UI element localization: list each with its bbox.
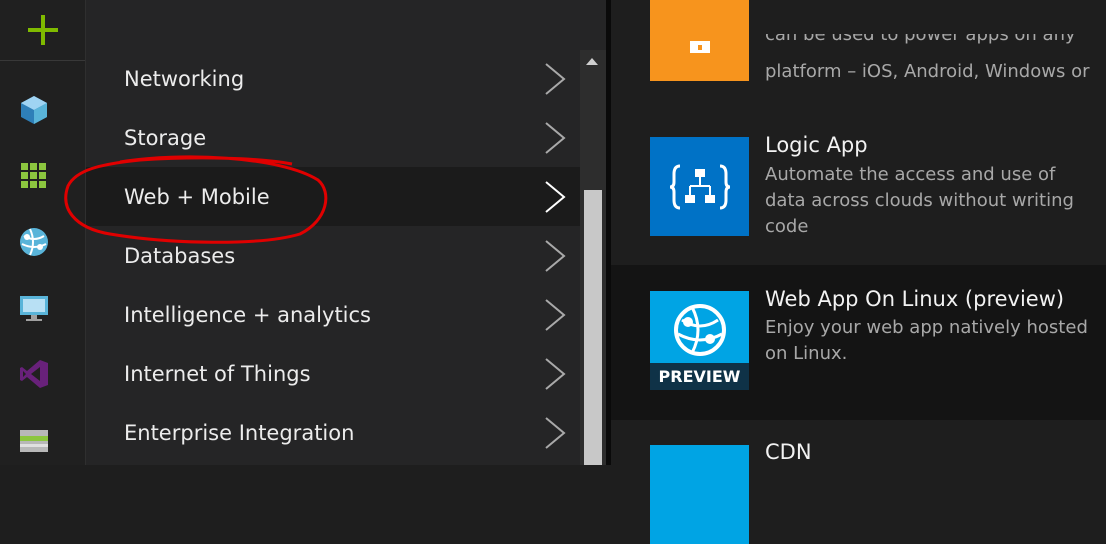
- results-panel: can be used to power apps on any platfor…: [611, 0, 1106, 544]
- card-web-app-on-linux[interactable]: PREVIEW Web App On Linux (preview) Enjoy…: [611, 265, 1106, 420]
- chevron-right-icon: [545, 122, 566, 154]
- grid-apps-icon[interactable]: [16, 158, 52, 194]
- menu-item-networking[interactable]: Networking: [86, 49, 580, 108]
- menu-item-label: Enterprise Integration: [124, 420, 355, 445]
- web-app-globe-icon: [673, 303, 726, 356]
- card-description: Automate the access and use of data acro…: [765, 164, 1074, 237]
- menu-item-enterprise-integration[interactable]: Enterprise Integration: [86, 403, 580, 462]
- chevron-right-icon: [545, 240, 566, 272]
- cube-icon[interactable]: [16, 92, 52, 128]
- menu-item-label: Internet of Things: [124, 361, 311, 386]
- preview-badge: PREVIEW: [650, 363, 749, 390]
- menu-item-internet-of-things[interactable]: Internet of Things: [86, 344, 580, 403]
- card-title: Logic App: [765, 133, 868, 157]
- card-title: Web App On Linux (preview): [765, 287, 1065, 311]
- card-partial-top[interactable]: can be used to power apps on any platfor…: [611, 0, 1106, 110]
- logic-app-tile: [650, 137, 749, 236]
- menu-item-label: Networking: [124, 66, 245, 91]
- chevron-right-icon: [545, 181, 566, 213]
- chevron-right-icon: [545, 63, 566, 95]
- card-desc-partial-1: can be used to power apps on any: [765, 34, 1076, 45]
- visual-studio-icon[interactable]: [16, 356, 52, 392]
- chevron-right-icon: [545, 417, 566, 449]
- menu-scrollbar[interactable]: [580, 50, 606, 465]
- card-desc-line-cut: can be used to power apps on any: [765, 34, 1095, 54]
- logic-app-icon: [669, 164, 730, 209]
- globe-icon[interactable]: [16, 224, 52, 260]
- web-app-tile: PREVIEW: [650, 291, 749, 390]
- chevron-right-icon: [545, 358, 566, 390]
- storage-panel-icon[interactable]: [16, 422, 52, 458]
- menu-item-intelligence-analytics[interactable]: Intelligence + analytics: [86, 285, 580, 344]
- chevron-right-icon: [545, 299, 566, 331]
- tile-orange: [650, 0, 749, 81]
- card-cdn[interactable]: CDN: [611, 420, 1106, 544]
- menu-item-label: Intelligence + analytics: [124, 302, 371, 327]
- card-description: Enjoy your web app natively hosted on Li…: [765, 317, 1088, 364]
- mobile-app-icon: [689, 40, 710, 53]
- scrollbar-thumb[interactable]: [584, 190, 602, 465]
- menu-item-label: Storage: [124, 125, 207, 150]
- monitor-icon[interactable]: [16, 290, 52, 326]
- new-plus-icon[interactable]: [0, 0, 85, 61]
- scroll-up-arrow-icon[interactable]: [586, 58, 598, 65]
- cdn-tile: [650, 445, 749, 544]
- card-desc-partial-2: platform – iOS, Android, Windows or: [765, 61, 1090, 82]
- card-title: CDN: [765, 440, 812, 464]
- annotation-circle: [64, 155, 328, 244]
- card-logic-app[interactable]: Logic App Automate the access and use of…: [611, 110, 1106, 265]
